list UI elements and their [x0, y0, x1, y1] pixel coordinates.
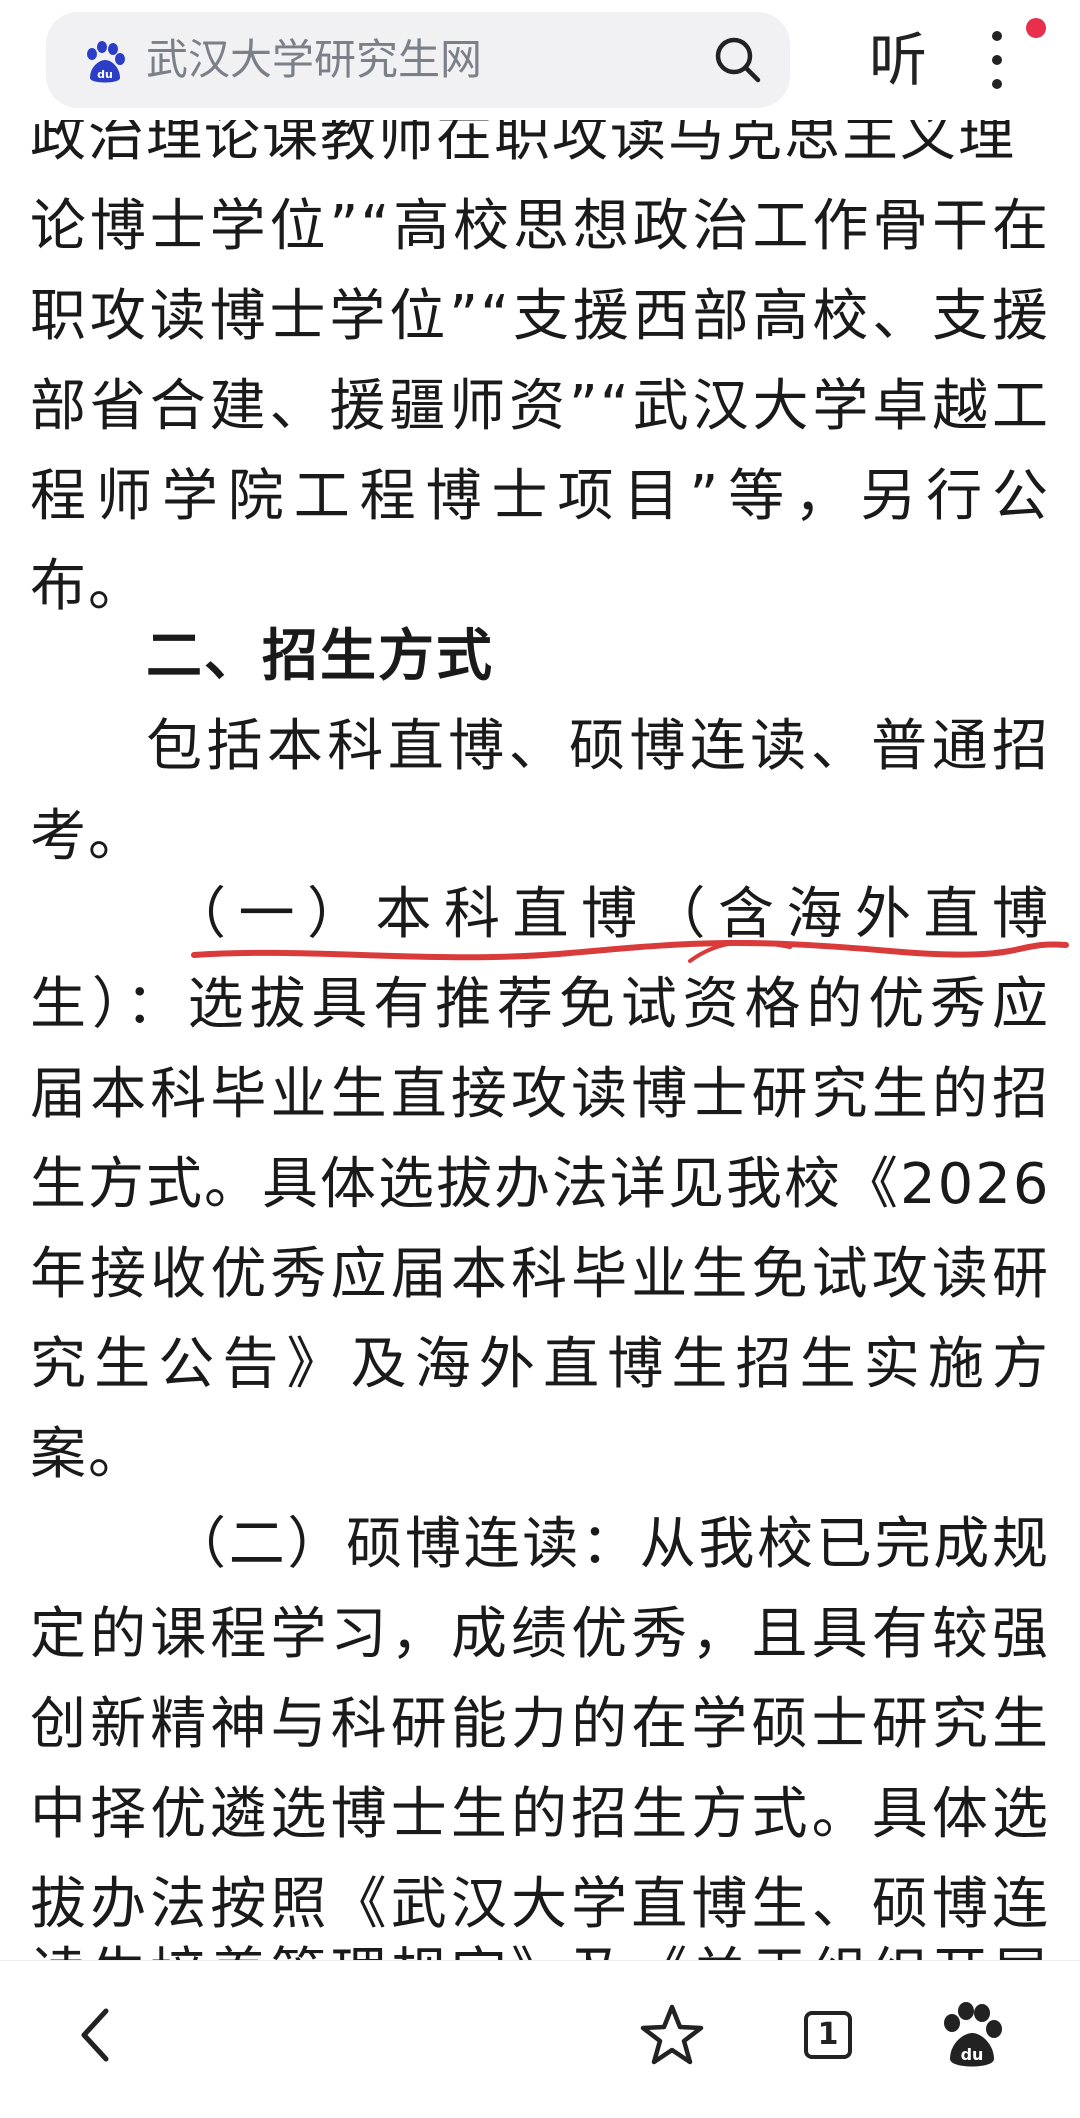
article-line: 论博士学位”“高校思想政治工作骨干在	[30, 194, 1050, 259]
subsection-title: （二）硕博连读：从我校已完成规	[170, 1512, 1050, 1577]
tab-count: 1	[804, 2011, 852, 2059]
svg-text:du: du	[961, 2045, 984, 2064]
top-toolbar: du 武汉大学研究生网 听	[0, 0, 1080, 120]
article-body: 政治理论课教师在职攻读马克思主义理 论博士学位”“高校思想政治工作骨干在 职攻读…	[0, 0, 1080, 1960]
listen-button[interactable]: 听	[858, 20, 938, 100]
svg-text:du: du	[97, 68, 113, 81]
search-bar[interactable]: du 武汉大学研究生网	[46, 12, 790, 108]
back-chevron-icon[interactable]	[60, 1999, 132, 2071]
article-line: 职攻读博士学位”“支援西部高校、支援	[30, 284, 1050, 349]
favorite-star-icon[interactable]	[636, 1999, 708, 2071]
article-line: 程师学院工程博士项目”等，另行公	[30, 464, 1050, 529]
article-line-partial: 读生培养管理规定》及《关于组织开展	[30, 1930, 1050, 1960]
article-line: 届本科毕业生直接攻读博士研究生的招	[30, 1062, 1050, 1127]
notification-dot	[1026, 18, 1046, 38]
article-line: 中择优遴选博士生的招生方式。具体选	[30, 1782, 1050, 1847]
article-line: 案。	[30, 1422, 146, 1487]
article-line: 部省合建、援疆师资”“武汉大学卓越工	[30, 374, 1050, 439]
bottom-navigation-bar: 1 du	[0, 1960, 1080, 2118]
article-line: 究生公告》及海外直博生招生实施方	[30, 1332, 1050, 1397]
article-line: 包括本科直博、硕博连读、普通招	[146, 714, 1050, 779]
baidu-home-paw-icon[interactable]: du	[936, 1999, 1008, 2071]
more-options-icon[interactable]	[976, 24, 1018, 96]
article-line: 生）：选拔具有推荐免试资格的优秀应	[30, 972, 1050, 1037]
article-line: 年接收优秀应届本科毕业生免试攻读研	[30, 1242, 1050, 1307]
tab-switcher-button[interactable]: 1	[792, 1999, 864, 2071]
baidu-paw-icon: du	[87, 41, 125, 83]
section-heading: 二、招生方式	[146, 624, 494, 689]
article-line: 创新精神与科研能力的在学硕士研究生	[30, 1692, 1050, 1757]
search-query-text[interactable]: 武汉大学研究生网	[146, 12, 482, 108]
search-icon[interactable]	[712, 34, 764, 86]
article-line: 考。	[30, 804, 146, 869]
article-line: 生方式。具体选拔办法详见我校《2026	[30, 1152, 1051, 1217]
article-line: 定的课程学习，成绩优秀，且具有较强	[30, 1602, 1050, 1667]
